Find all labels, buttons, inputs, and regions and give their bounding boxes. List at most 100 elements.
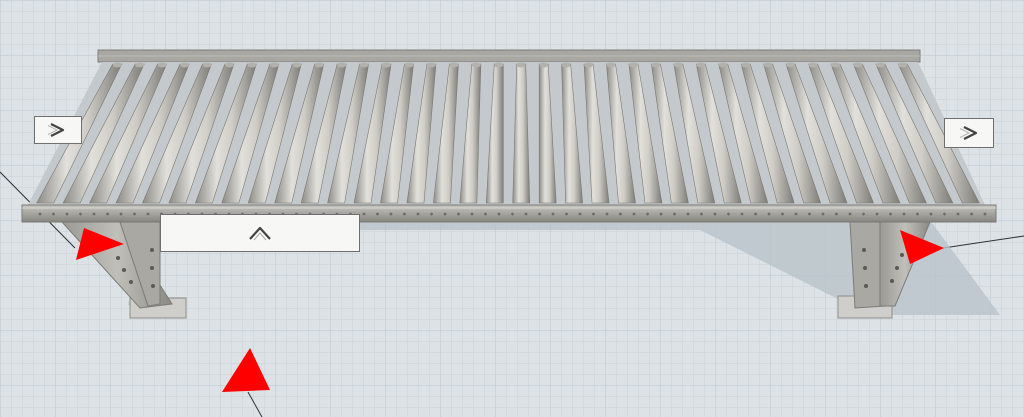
roller-end (112, 62, 122, 68)
rail-hole (862, 212, 865, 216)
rail-hole (619, 212, 622, 216)
roller-end (718, 62, 728, 68)
roller-end (584, 62, 594, 68)
rail-hole (875, 212, 879, 216)
rail-hole (511, 212, 514, 216)
rail-hole (578, 212, 582, 216)
rail-hole (565, 212, 568, 216)
output-connector[interactable] (944, 118, 994, 148)
roller-end (202, 62, 212, 68)
rail-hole (835, 212, 838, 216)
rail-hole (916, 212, 919, 216)
rail-hole (740, 212, 744, 216)
rail-hole (821, 212, 825, 216)
roller-end (426, 62, 436, 68)
rail-hole (403, 212, 406, 216)
roller-end (314, 62, 324, 68)
chevron-right-icon (47, 123, 65, 137)
roller-end (292, 62, 302, 68)
rail-hole (943, 212, 946, 216)
3d-viewport[interactable] (0, 0, 1024, 417)
rail-hole (65, 212, 69, 216)
roller-end (651, 62, 661, 68)
rail-hole (538, 212, 541, 216)
roller-end (404, 62, 414, 68)
rail-hole (659, 212, 663, 216)
rail-hole (146, 212, 150, 216)
rail-hole (673, 212, 676, 216)
roller-end (561, 62, 571, 68)
roller-end (247, 62, 257, 68)
rail-hole (416, 212, 420, 216)
roller-end (696, 62, 706, 68)
rail-hole (106, 212, 109, 216)
rail-hole (686, 212, 690, 216)
rail-hole (362, 212, 366, 216)
roller-end (180, 62, 190, 68)
roller-end (830, 62, 840, 68)
roller-end (135, 62, 145, 68)
roller-end (449, 62, 459, 68)
rail-hole (632, 212, 636, 216)
roller-end (673, 62, 683, 68)
roller-end (382, 62, 392, 68)
roller-end (359, 62, 369, 68)
rail-hole (808, 212, 811, 216)
rail-hole (484, 212, 487, 216)
rail-hole (848, 212, 852, 216)
rail-hole (754, 212, 757, 216)
rail-hole (956, 212, 960, 216)
roller-end (628, 62, 638, 68)
rail-hole (929, 212, 933, 216)
roller-end (471, 62, 481, 68)
rail-hole (983, 212, 987, 216)
roller-end (898, 62, 908, 68)
roller-end (741, 62, 751, 68)
rail-hole (605, 212, 609, 216)
chevron-up-icon (249, 226, 271, 241)
roller-end (539, 62, 549, 68)
side-connector[interactable] (160, 214, 360, 252)
rail-hole (646, 212, 649, 216)
roller-end (494, 62, 504, 68)
rail-hole (727, 212, 730, 216)
rail-hole (902, 212, 906, 216)
rail-hole (794, 212, 798, 216)
rail-hole (79, 212, 82, 216)
rail-hole (389, 212, 393, 216)
rail-hole (457, 212, 460, 216)
rail-hole (889, 212, 892, 216)
roller-end (763, 62, 773, 68)
rail-hole (376, 212, 379, 216)
rail-hole (592, 212, 595, 216)
rail-hole (551, 212, 555, 216)
rail-hole (52, 212, 55, 216)
rail-hole (713, 212, 717, 216)
rail-hole (133, 212, 136, 216)
roller-end (853, 62, 863, 68)
rail-hole (92, 212, 96, 216)
input-connector[interactable] (34, 116, 82, 144)
rail-hole (524, 212, 528, 216)
rail-hole (781, 212, 784, 216)
roller-end (337, 62, 347, 68)
roller-end (269, 62, 279, 68)
conveyor-scene[interactable] (0, 0, 1024, 417)
roller-end (808, 62, 818, 68)
rail-hole (470, 212, 474, 216)
rail-hole (970, 212, 973, 216)
rail-hole (497, 212, 501, 216)
roller-end (875, 62, 885, 68)
roller-end (606, 62, 616, 68)
chevron-right-icon (959, 126, 978, 140)
rail-hole (767, 212, 771, 216)
rail-hole (38, 212, 42, 216)
roller-end (786, 62, 796, 68)
rail-hole (700, 212, 703, 216)
roller-end (516, 62, 526, 68)
rail-hole (443, 212, 447, 216)
roller-end (224, 62, 234, 68)
rail-hole (119, 212, 123, 216)
rail-hole (430, 212, 433, 216)
roller-end (157, 62, 167, 68)
